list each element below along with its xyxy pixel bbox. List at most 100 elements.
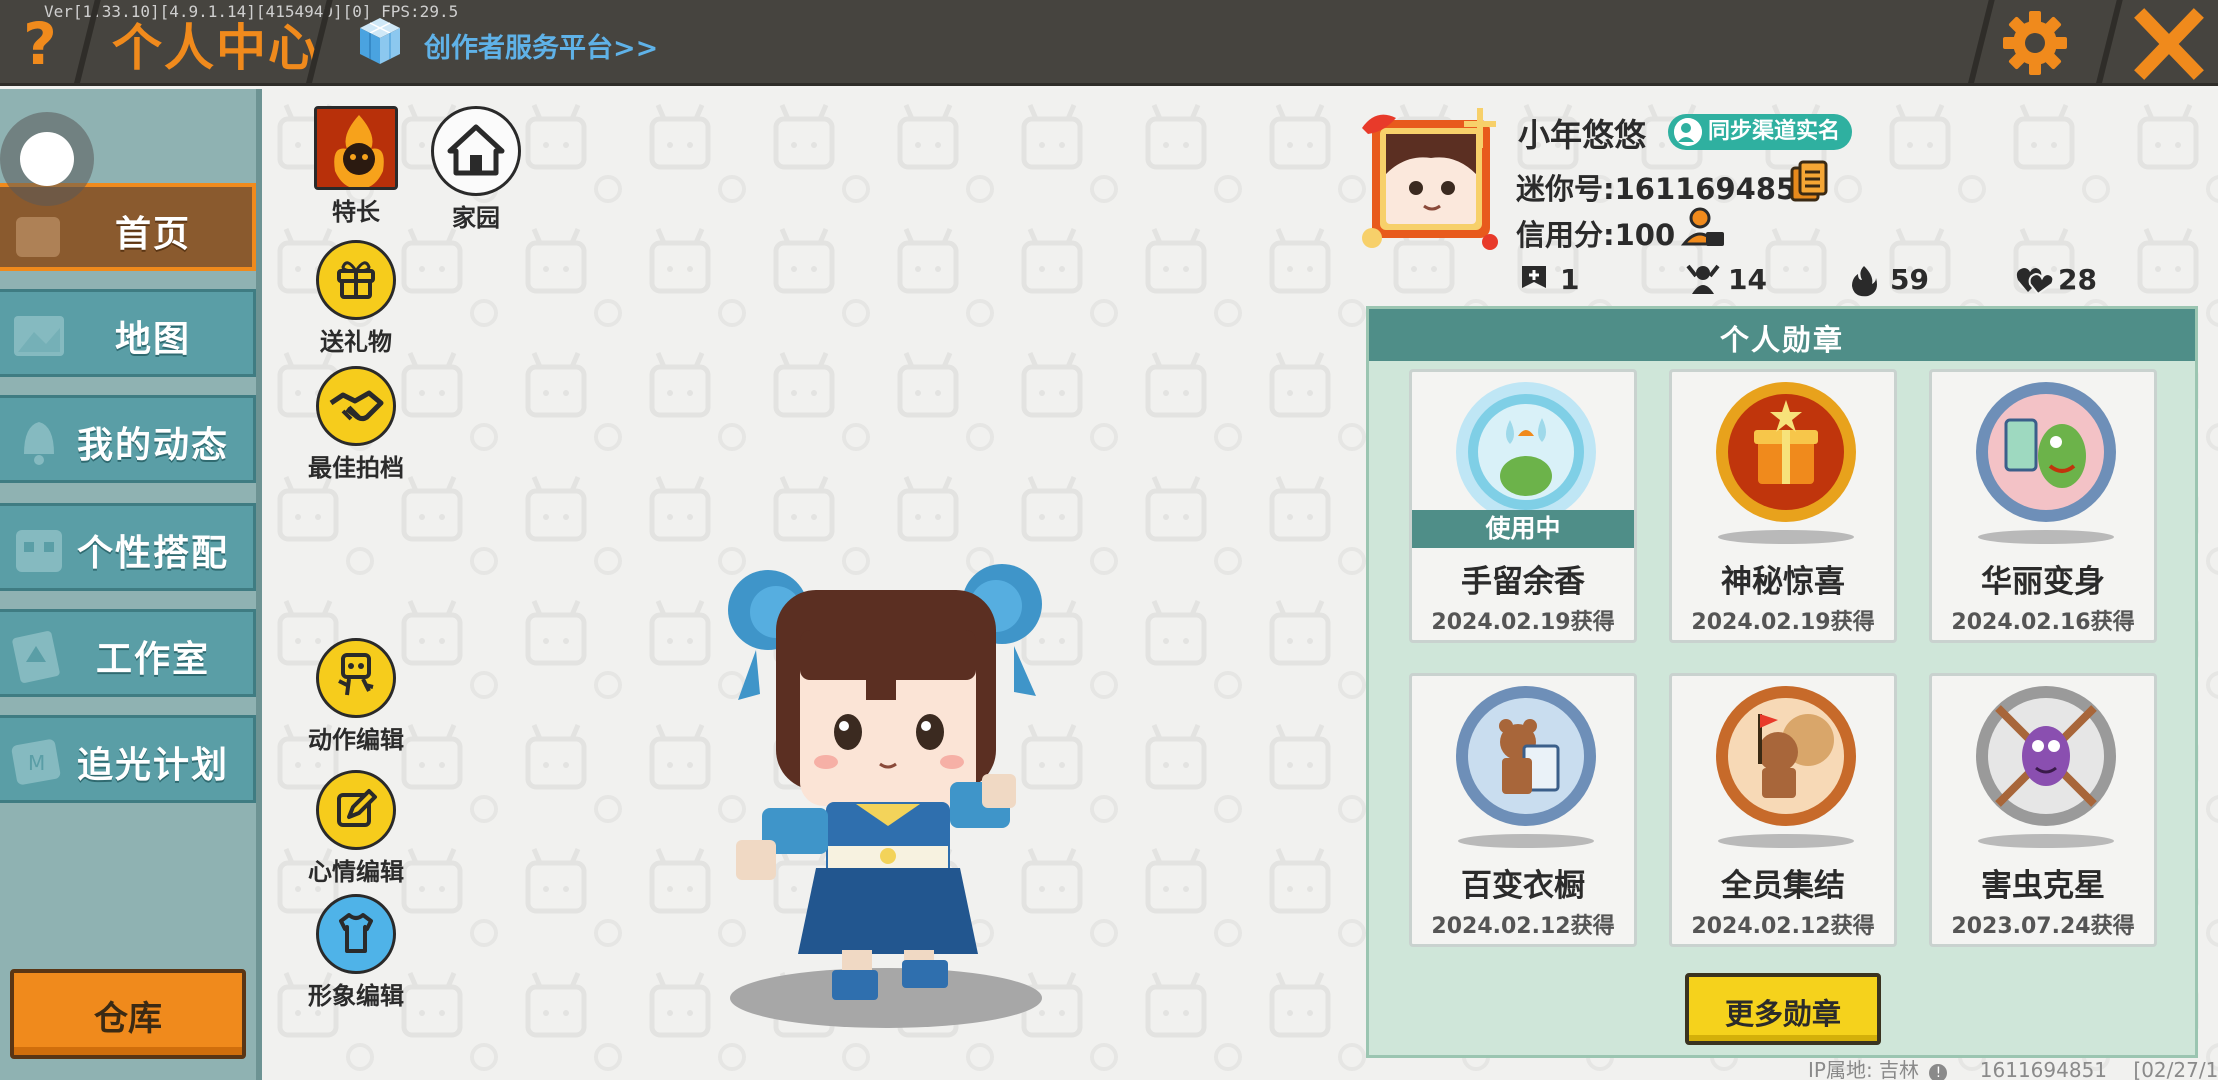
credit-score: 信用分:100: [1516, 218, 1676, 252]
more-medals-button[interactable]: 更多勋章: [1685, 973, 1881, 1045]
home-garden-button[interactable]: 家园: [426, 106, 526, 233]
specialty-icon: [314, 106, 398, 190]
stat-popularity-value: 59: [1890, 263, 1929, 296]
close-divider: [2095, 0, 2123, 86]
sidebar-item-studio[interactable]: 工作室: [0, 609, 256, 697]
water-drop-medal-icon: [1456, 382, 1596, 522]
send-gift-button[interactable]: 送礼物: [306, 240, 406, 357]
assemble-medal-icon: [1716, 686, 1856, 826]
medal-shadow: [1718, 530, 1854, 544]
creator-cube-icon[interactable]: [356, 14, 404, 70]
medal-shadow: [1718, 834, 1854, 848]
stat-likes-value: 28: [2058, 263, 2097, 296]
action-edit-icon: [316, 638, 396, 718]
medal-card[interactable]: 使用中 手留余香 2024.02.19获得: [1409, 369, 1637, 643]
sidebar-item-my-feed[interactable]: 我的动态: [0, 395, 256, 483]
sync-badge-label: 同步渠道实名: [1708, 119, 1841, 144]
house-icon: [431, 106, 521, 196]
heart-icon: [2016, 268, 2054, 296]
send-gift-label: 送礼物: [320, 328, 392, 356]
warehouse-button[interactable]: 仓库: [10, 969, 246, 1059]
medals-panel: 个人勋章 使用中 手留余香 2024.02.19获得 神秘惊喜 2024.02.…: [1366, 306, 2198, 1058]
sidebar-item-chase-light[interactable]: M 追光计划: [0, 715, 256, 803]
handshake-icon: [316, 366, 396, 446]
medal-name: 百变衣橱: [1461, 868, 1585, 904]
medals-header: 个人勋章: [1369, 309, 2195, 361]
medal-date: 2024.02.12获得: [1691, 914, 1875, 939]
best-partner-label: 最佳拍档: [308, 454, 404, 482]
sidebar-item-label: 工作室: [95, 639, 210, 680]
pest-buster-medal-icon: [1976, 686, 2116, 826]
medal-date: 2024.02.16获得: [1951, 610, 2135, 635]
home-garden-label: 家园: [452, 204, 500, 232]
medal-card[interactable]: 全员集结 2024.02.12获得: [1669, 673, 1897, 947]
creator-platform-link[interactable]: 创作者服务平台>>: [424, 26, 658, 65]
medal-card[interactable]: 百变衣橱 2024.02.12获得: [1409, 673, 1637, 947]
gear-icon[interactable]: [2000, 8, 2070, 78]
specialty-button[interactable]: 特长: [306, 106, 406, 227]
medal-shadow: [1458, 834, 1594, 848]
medal-date: 2024.02.12获得: [1431, 914, 1615, 939]
medal-grid: 使用中 手留余香 2024.02.19获得 神秘惊喜 2024.02.19获得: [1369, 367, 2195, 953]
wardrobe-medal-icon: [1456, 686, 1596, 826]
specialty-label: 特长: [332, 198, 380, 226]
floating-assist-ball[interactable]: [0, 112, 94, 206]
sidebar-item-label: 我的动态: [76, 425, 229, 466]
help-button[interactable]: ?: [6, 8, 74, 80]
sidebar-item-label: 首页: [114, 214, 191, 255]
medal-card[interactable]: 神秘惊喜 2024.02.19获得: [1669, 369, 1897, 643]
medal-shadow: [1978, 834, 2114, 848]
mini-id: 迷你号:1611694851: [1516, 172, 1817, 206]
footer-date: [02/27/19: [2133, 1058, 2218, 1080]
ip-location: IP属地: 吉林: [1808, 1058, 1920, 1080]
stat-flag-value: 1: [1560, 263, 1580, 296]
player-nickname: 小年悠悠: [1518, 116, 1647, 154]
edit-pencil-icon: [316, 770, 396, 850]
medal-name: 全员集结: [1721, 868, 1845, 904]
gear-divider: [1967, 0, 1995, 86]
medal-card[interactable]: 华丽变身 2024.02.16获得: [1929, 369, 2157, 643]
info-circle-icon[interactable]: !: [1929, 1064, 1948, 1080]
sidebar-item-label: 追光计划: [76, 745, 229, 786]
medal-shadow: [1978, 530, 2114, 544]
mood-edit-button[interactable]: 心情编辑: [306, 770, 406, 887]
medal-card[interactable]: 害虫克星 2023.07.24获得: [1929, 673, 2157, 947]
gift-icon: [316, 240, 396, 320]
fans-icon: [1686, 264, 1720, 294]
transform-medal-icon: [1976, 382, 2116, 522]
floating-ball-core: [20, 132, 74, 186]
medal-date: 2024.02.19获得: [1691, 610, 1875, 635]
medal-name: 华丽变身: [1981, 564, 2105, 600]
sidebar-item-label: 个性搭配: [76, 533, 229, 574]
sidebar: 首页 地图 我的动态 个性搭配 工作室 M 追光计划 仓库: [0, 89, 262, 1080]
medals-title: 个人勋章: [1719, 323, 1844, 357]
stat-fans-value: 14: [1728, 263, 1767, 296]
profile-avatar-frame[interactable]: [1356, 104, 1506, 254]
action-edit-button[interactable]: 动作编辑: [306, 638, 406, 755]
sidebar-item-label: 地图: [114, 319, 191, 360]
mood-edit-label: 心情编辑: [308, 858, 404, 886]
medal-name: 害虫克星: [1981, 868, 2105, 904]
sidebar-item-outfit[interactable]: 个性搭配: [0, 503, 256, 591]
image-edit-button[interactable]: 形象编辑: [306, 894, 406, 1011]
fire-icon: [1852, 266, 1877, 297]
medal-name: 手留余香: [1461, 564, 1585, 600]
user-check-icon: [1674, 118, 1702, 146]
image-edit-label: 形象编辑: [308, 982, 404, 1010]
top-bar: Ver[1.33.10][4.9.1.14][4154940][0] FPS:2…: [0, 0, 2218, 86]
gift-medal-icon: [1716, 382, 1856, 522]
best-partner-button[interactable]: 最佳拍档: [306, 366, 406, 483]
medal-date: 2024.02.19获得: [1431, 610, 1615, 635]
warehouse-label: 仓库: [94, 999, 162, 1039]
action-edit-label: 动作编辑: [308, 726, 404, 754]
footer-info: IP属地: 吉林 ! 1611694851 [02/27/19: [1808, 1054, 2218, 1080]
copy-icon[interactable]: [1788, 160, 1828, 204]
medal-date: 2023.07.24获得: [1951, 914, 2135, 939]
sidebar-item-map[interactable]: 地图: [0, 289, 256, 377]
close-icon[interactable]: [2130, 8, 2208, 80]
player-avatar-figure[interactable]: [716, 550, 1056, 1040]
credit-profile-icon[interactable]: [1680, 204, 1726, 250]
sync-realname-badge[interactable]: 同步渠道实名: [1668, 114, 1853, 150]
medal-name: 神秘惊喜: [1721, 564, 1845, 600]
in-use-tag: 使用中: [1412, 510, 1634, 548]
